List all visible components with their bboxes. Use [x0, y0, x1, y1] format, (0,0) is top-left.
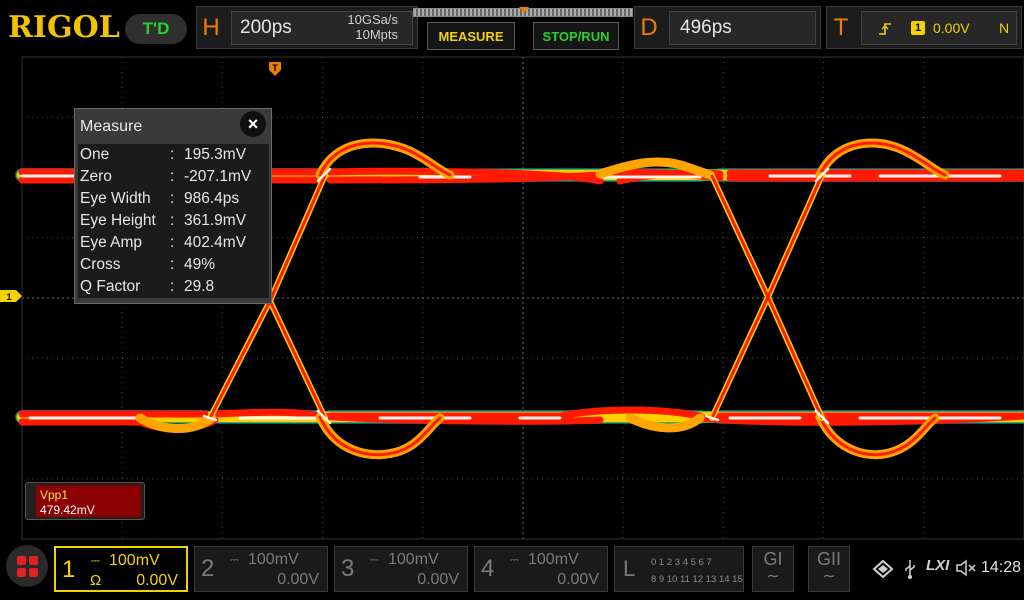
channel-1-button[interactable]: 1 ⎓ 100mV Ω 0.00V: [54, 546, 188, 592]
dc-coupling-icon: ⎓: [510, 554, 519, 566]
trigger-position-marker-icon[interactable]: T: [269, 62, 281, 76]
svg-text:1: 1: [6, 292, 11, 302]
measure-value: 195.3mV: [184, 146, 247, 163]
logic-channels-row-2: 8 9 10 11 12 13 14 15: [651, 574, 743, 585]
timebase-value: 200ps: [240, 17, 292, 38]
measure-panel-title: Measure: [80, 118, 143, 135]
measure-button[interactable]: MEASURE: [427, 22, 515, 50]
measure-label: Q Factor: [80, 278, 141, 295]
measure-separator: :: [170, 168, 175, 185]
measure-panel[interactable]: Measure × One:195.3mV Zero: -207.1mV Eye Wi…: [74, 108, 272, 304]
trigger-status-badge[interactable]: T'D: [125, 14, 187, 44]
usb-icon: [905, 560, 915, 579]
trigger-source-badge: 1: [911, 21, 925, 35]
channel-number: 4: [481, 555, 495, 582]
close-icon[interactable]: ×: [240, 111, 266, 137]
dc-coupling-icon: ⎓: [91, 555, 100, 567]
channel-number: 1: [62, 556, 76, 583]
measure-value: 361.9mV: [184, 212, 247, 229]
channel-scale: 100mV: [248, 551, 299, 568]
measure-row[interactable]: Zero: -207.1mV: [78, 166, 269, 188]
channel-2-button[interactable]: 2 ⎓ 100mV 0.00V: [194, 546, 328, 592]
sine-wave-icon: ∼: [766, 568, 780, 585]
measure-separator: :: [170, 190, 175, 207]
sample-rate-readout: 10GSa/s 10Mpts: [330, 12, 398, 42]
generator-2-button[interactable]: GII ∼: [808, 546, 850, 592]
channel-1-ground-marker-icon[interactable]: 1: [0, 290, 22, 302]
channel-scale: 100mV: [528, 551, 579, 568]
measure-row[interactable]: One:195.3mV: [78, 144, 269, 166]
measure-label: One: [80, 146, 110, 163]
logic-analyzer-button[interactable]: L 0 1 2 3 4 5 6 7 8 9 10 11 12 13 14 15: [614, 546, 744, 592]
measure-separator: :: [170, 146, 175, 163]
measure-label: Eye Width: [80, 190, 151, 207]
channel-offset: 0.00V: [417, 571, 459, 588]
bottom-bar: 1 ⎓ 100mV Ω 0.00V 2 ⎓ 100mV 0.00V 3 ⎓ 10…: [0, 542, 1024, 600]
measure-label: Zero: [80, 168, 112, 185]
measure-separator: :: [170, 212, 175, 229]
home-grid-icon: [16, 555, 38, 577]
measure-value: 29.8: [184, 278, 215, 295]
rising-edge-icon: [879, 23, 891, 35]
delay-value: 496ps: [680, 17, 732, 38]
measure-row[interactable]: Eye Amp:402.4mV: [78, 232, 269, 254]
channel-4-button[interactable]: 4 ⎓ 100mV 0.00V: [474, 546, 608, 592]
channel-number: 2: [201, 555, 215, 582]
svg-text:T: T: [272, 63, 278, 73]
measure-separator: :: [170, 278, 175, 295]
generator-1-button[interactable]: GI ∼: [752, 546, 794, 592]
lxi-icon: LXI: [926, 557, 950, 574]
network-icon[interactable]: [872, 559, 894, 579]
channel-offset: 0.00V: [277, 571, 319, 588]
vpp-value: 479.42mV: [40, 503, 95, 517]
rigol-logo: RIGOL: [8, 10, 120, 45]
horizontal-label: H: [202, 13, 220, 41]
measure-label: Eye Height: [80, 212, 156, 229]
trigger-label: T: [833, 13, 849, 41]
measure-row[interactable]: Cross:49%: [78, 254, 269, 276]
sine-wave-icon: ∼: [822, 568, 836, 585]
speaker-muted-icon[interactable]: [955, 559, 977, 577]
measure-row[interactable]: Eye Height:361.9mV: [78, 210, 269, 232]
vpp-label: Vpp1: [40, 488, 69, 502]
impedance-icon: Ω: [90, 572, 102, 589]
channel-3-button[interactable]: 3 ⎓ 100mV 0.00V: [334, 546, 468, 592]
dc-coupling-icon: ⎓: [230, 554, 239, 566]
measure-separator: :: [170, 234, 175, 251]
channel-offset: 0.00V: [136, 572, 178, 589]
measure-label: Cross: [80, 256, 121, 273]
channel-offset: 0.00V: [557, 571, 599, 588]
home-menu-button[interactable]: [6, 545, 48, 587]
sample-rate: 10GSa/s: [347, 12, 398, 27]
logic-analyzer-label: L: [623, 556, 636, 581]
clock: 14:28: [981, 559, 1022, 576]
dc-coupling-icon: ⎓: [370, 554, 379, 566]
vpp-measurement[interactable]: Vpp1 479.42mV: [25, 482, 145, 520]
measure-value: 986.4ps: [184, 190, 240, 207]
measure-label: Eye Amp: [80, 234, 143, 251]
channel-scale: 100mV: [109, 552, 160, 569]
top-bar: RIGOL T'D H 200ps 10GSa/s 10Mpts MEASURE…: [0, 0, 1024, 56]
channel-scale: 100mV: [388, 551, 439, 568]
memory-depth: 10Mpts: [355, 27, 398, 42]
channel-number: 3: [341, 555, 355, 582]
measure-value: 49%: [184, 256, 216, 273]
measure-value: -207.1mV: [184, 168, 252, 185]
delay-panel[interactable]: D 496ps: [634, 6, 821, 49]
trigger-coupling: N: [999, 20, 1010, 36]
measure-row[interactable]: Eye Width:986.4ps: [78, 188, 269, 210]
measure-row[interactable]: Q Factor:29.8: [78, 276, 269, 298]
measure-value: 402.4mV: [184, 234, 247, 251]
memory-position-marker-icon: [519, 7, 529, 13]
measure-list: One:195.3mV Zero: -207.1mV Eye Width:986.4p…: [78, 144, 269, 298]
delay-label: D: [640, 13, 658, 41]
trigger-level: 0.00V: [933, 20, 970, 36]
measure-separator: :: [170, 256, 175, 273]
stop-run-button[interactable]: STOP/RUN: [533, 22, 619, 50]
logic-channels-row-1: 0 1 2 3 4 5 6 7: [651, 557, 712, 568]
trigger-panel[interactable]: T 1 0.00V N: [826, 6, 1022, 49]
